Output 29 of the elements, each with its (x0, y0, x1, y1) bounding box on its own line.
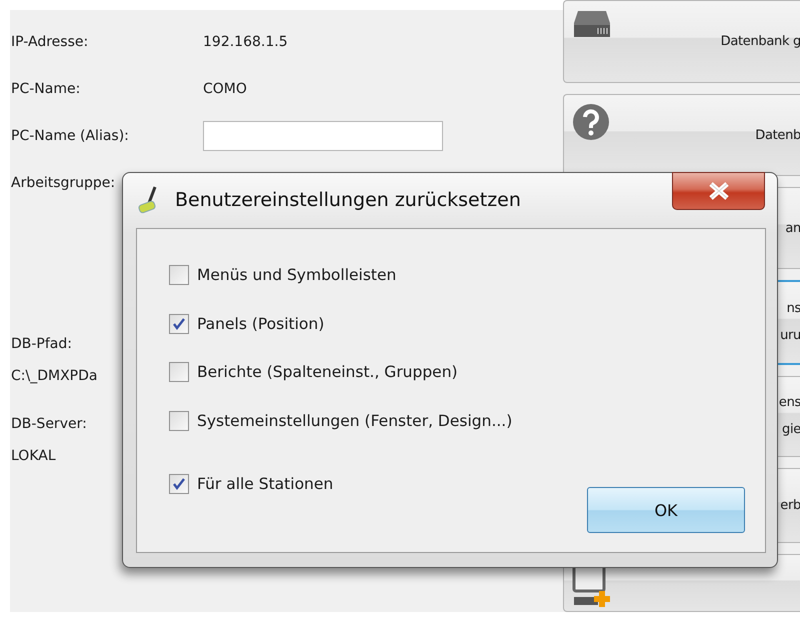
field-label: DB-Server: (11, 415, 87, 434)
checkbox-label: Menüs und Symbolleisten (197, 266, 396, 284)
checkbox[interactable] (169, 474, 189, 494)
server-icon (572, 9, 612, 39)
field-label: PC-Name: (11, 80, 82, 96)
field-value: LOKAL (11, 447, 56, 466)
checkbox[interactable] (169, 265, 189, 285)
close-button[interactable] (672, 172, 765, 210)
checkbox[interactable] (169, 410, 189, 430)
checkbox-label: Systemeinstellungen (Fenster, Design...) (197, 412, 512, 430)
close-icon (706, 181, 730, 201)
field-label: IP-Adresse: (11, 34, 90, 50)
checkbox-label: Berichte (Spalteneinst., Gruppen) (197, 363, 458, 381)
ok-button[interactable]: OK (587, 487, 745, 533)
help-icon (572, 103, 610, 142)
checkbox-label: Für alle Stationen (197, 475, 334, 493)
field-value: 192.168.1.5 (203, 34, 288, 50)
field-value: COMO (203, 80, 247, 96)
toolbar-button[interactable]: Datenb (563, 94, 800, 176)
input-field[interactable] (203, 120, 443, 150)
field-value: C:\_DMXPDa (11, 367, 98, 386)
checkbox[interactable] (169, 314, 189, 334)
field-label: PC-Name (Alias): (11, 128, 130, 144)
toolbar-button[interactable]: Datenbank g (563, 0, 800, 84)
field-label: Arbeitsgruppe: (11, 174, 116, 190)
checkbox[interactable] (169, 362, 189, 382)
field-label: DB-Pfad: (11, 335, 72, 354)
dialog-title: Benutzereinstellungen zurücksetzen (175, 189, 521, 211)
checkbox-label: Panels (Position) (197, 314, 324, 332)
